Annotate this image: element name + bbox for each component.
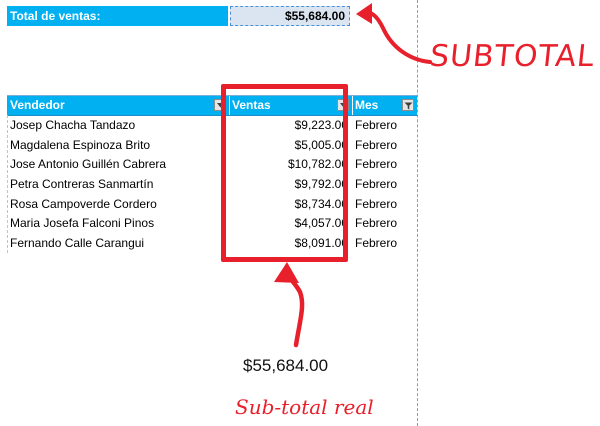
sales-table: Vendedor Ventas Mes Josep Chacha Tandazo… — [7, 95, 417, 254]
cell-vendedor[interactable]: Magdalena Espinoza Brito — [10, 136, 226, 156]
cell-vendedor[interactable]: Josep Chacha Tandazo — [10, 116, 226, 136]
up-arrow-icon — [274, 262, 305, 348]
column-divider — [352, 96, 353, 115]
table-header-row: Vendedor Ventas Mes — [7, 95, 417, 116]
cell-mes[interactable]: Febrero — [355, 175, 417, 195]
page-break-line — [417, 0, 418, 426]
cell-vendedor[interactable]: Maria Josefa Falconi Pinos — [10, 214, 226, 234]
table-row: Petra Contreras Sanmartín $9,792.00 Febr… — [7, 175, 417, 195]
cell-mes[interactable]: Febrero — [355, 234, 417, 254]
cell-mes[interactable]: Febrero — [355, 155, 417, 175]
header-vendedor: Vendedor — [10, 98, 65, 112]
table-border — [7, 115, 8, 253]
subtotal-annotation: SUBTOTAL — [428, 39, 597, 74]
cell-mes[interactable]: Febrero — [355, 195, 417, 215]
cell-mes[interactable]: Febrero — [355, 116, 417, 136]
filter-mes-button[interactable] — [402, 99, 414, 111]
cell-vendedor[interactable]: Rosa Campoverde Cordero — [10, 195, 226, 215]
real-total-value: $55,684.00 — [243, 356, 329, 375]
table-row: Maria Josefa Falconi Pinos $4,057.00 Feb… — [7, 214, 417, 234]
table-row: Jose Antonio Guillén Cabrera $10,782.00 … — [7, 155, 417, 175]
table-row: Magdalena Espinoza Brito $5,005.00 Febre… — [7, 136, 417, 156]
total-value-cell[interactable]: $55,684.00 — [230, 6, 350, 26]
total-row: Total de ventas: $55,684.00 — [7, 6, 350, 26]
cell-vendedor[interactable]: Petra Contreras Sanmartín — [10, 175, 226, 195]
subtotal-arrow-icon — [356, 3, 432, 64]
cell-mes[interactable]: Febrero — [355, 214, 417, 234]
total-label: Total de ventas: — [7, 6, 228, 26]
subtotal-real-annotation: Sub-total real — [235, 395, 374, 419]
cell-mes[interactable]: Febrero — [355, 136, 417, 156]
table-row: Fernando Calle Carangui $8,091.00 Febrer… — [7, 234, 417, 254]
table-row: Josep Chacha Tandazo $9,223.00 Febrero — [7, 116, 417, 136]
table-row: Rosa Campoverde Cordero $8,734.00 Febrer… — [7, 195, 417, 215]
cell-vendedor[interactable]: Jose Antonio Guillén Cabrera — [10, 155, 226, 175]
cell-vendedor[interactable]: Fernando Calle Carangui — [10, 234, 226, 254]
table-body: Josep Chacha Tandazo $9,223.00 Febrero M… — [7, 116, 417, 254]
ventas-highlight-box — [221, 84, 348, 262]
filter-funnel-icon — [404, 102, 413, 110]
